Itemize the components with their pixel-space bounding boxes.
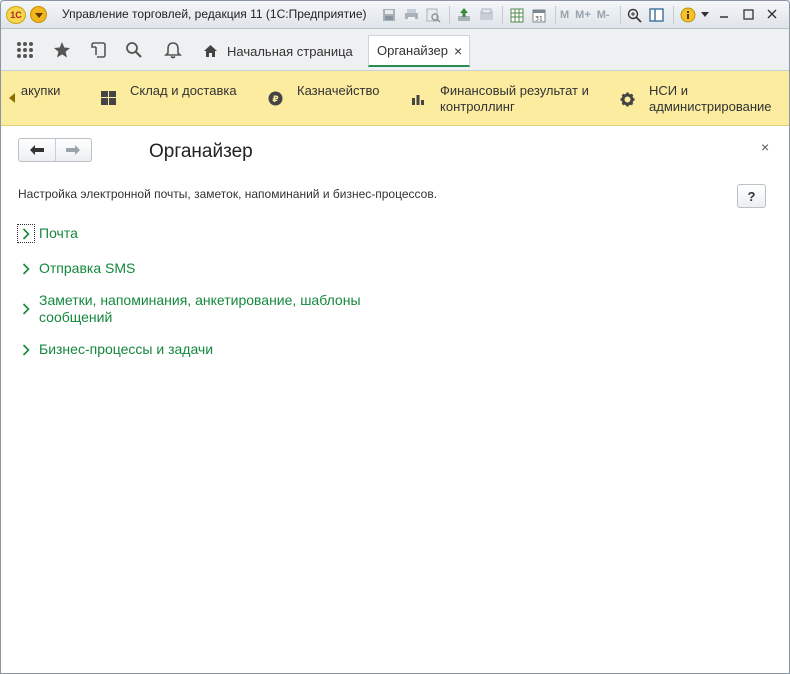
arrow-right-icon [65, 144, 81, 156]
panel-layout-icon[interactable] [647, 6, 667, 24]
window-title: Управление торговлей, редакция 11 (1С:Пр… [62, 7, 367, 21]
section-admin[interactable]: НСИ и администрирование [619, 83, 779, 115]
chevron-right-icon[interactable] [18, 260, 34, 277]
apps-grid-icon[interactable] [13, 38, 37, 62]
app-window: 1С Управление торговлей, редакция 11 (1С… [0, 0, 790, 674]
favorites-star-icon[interactable] [50, 38, 74, 62]
section-admin-label: НСИ и администрирование [649, 83, 772, 114]
help-button[interactable]: ? [737, 184, 766, 208]
maximize-button[interactable] [737, 5, 759, 23]
page-title: Органайзер [149, 141, 253, 162]
home-icon [203, 44, 218, 58]
info-dropdown-icon[interactable] [700, 6, 710, 24]
group-notes-label: Заметки, напоминания, анкетирование, шаб… [39, 292, 361, 325]
section-treasury-label: Казначейство [297, 83, 380, 98]
tab-home[interactable]: Начальная страница [195, 35, 361, 67]
title-toolbar: 31 M M+ M- [379, 5, 712, 25]
memory-add-button[interactable]: M+ [575, 9, 591, 21]
arrow-left-icon [29, 144, 45, 156]
toolbar-separator [449, 6, 450, 24]
sections-panel: Закупки Склад и доставка ₽ Казначейство … [1, 71, 789, 126]
gear-icon [619, 91, 635, 107]
section-financial-result[interactable]: Финансовый результат и контроллинг [410, 83, 600, 115]
toolbar-separator [555, 6, 556, 24]
history-nav [18, 138, 92, 162]
section-warehouse[interactable]: Склад и доставка [100, 83, 237, 106]
svg-text:₽: ₽ [272, 95, 278, 105]
toolbar-separator [502, 6, 503, 24]
zoom-icon[interactable] [625, 6, 645, 24]
tab-home-label: Начальная страница [227, 43, 353, 59]
minimize-button[interactable] [713, 5, 735, 23]
search-icon[interactable] [122, 38, 146, 62]
main-menu-button[interactable] [30, 6, 47, 23]
group-notes[interactable]: Заметки, напоминания, анкетирование, шаб… [18, 292, 384, 326]
close-window-button[interactable] [761, 5, 783, 23]
1c-logo-icon[interactable]: 1С [6, 6, 26, 24]
upload-icon[interactable] [454, 6, 474, 24]
tab-bar: Начальная страница Органайзер × [1, 29, 789, 71]
notifications-bell-icon[interactable] [161, 38, 185, 62]
history-icon[interactable] [87, 38, 111, 62]
spreadsheet-icon[interactable] [507, 6, 527, 24]
document-icon[interactable] [476, 6, 496, 24]
toolbar-separator [619, 6, 621, 24]
section-warehouse-label: Склад и доставка [130, 83, 237, 98]
group-sms[interactable]: Отправка SMS [18, 260, 135, 277]
group-mail[interactable]: Почта [17, 224, 78, 243]
main-content: Органайзер × Настройка электронной почты… [1, 126, 789, 673]
tab-organizer-label: Органайзер [377, 43, 448, 58]
page-description: Настройка электронной почты, заметок, на… [18, 187, 438, 201]
info-icon[interactable] [678, 6, 698, 24]
toolbar-separator [672, 6, 674, 24]
chevron-right-icon[interactable] [17, 224, 35, 243]
save-icon[interactable] [379, 6, 399, 24]
back-button[interactable] [19, 139, 55, 161]
memory-subtract-button[interactable]: M- [597, 9, 610, 21]
group-business-processes[interactable]: Бизнес-процессы и задачи [18, 341, 213, 358]
title-bar: 1С Управление торговлей, редакция 11 (1С… [1, 1, 789, 29]
grid-icon [100, 90, 116, 106]
section-treasury[interactable]: ₽ Казначейство [267, 83, 379, 106]
section-financial-result-label: Финансовый результат и контроллинг [440, 83, 589, 114]
print-icon[interactable] [401, 6, 421, 24]
section-purchases[interactable]: Закупки [20, 83, 80, 99]
chevron-right-icon[interactable] [18, 341, 34, 358]
section-purchases-label: Закупки [20, 83, 61, 98]
chevron-right-icon[interactable] [18, 300, 34, 317]
scroll-left-icon[interactable] [9, 93, 15, 103]
group-sms-label: Отправка SMS [39, 260, 136, 276]
bar-chart-icon [410, 91, 426, 107]
print-preview-icon[interactable] [423, 6, 443, 24]
memory-button[interactable]: M [560, 9, 569, 21]
tab-close-icon[interactable]: × [454, 43, 462, 59]
tab-organizer[interactable]: Органайзер × [368, 35, 470, 67]
group-mail-label: Почта [39, 225, 78, 241]
group-business-processes-label: Бизнес-процессы и задачи [39, 341, 214, 357]
forward-button[interactable] [54, 139, 91, 161]
close-form-icon[interactable]: × [761, 139, 769, 155]
ruble-icon: ₽ [267, 90, 283, 106]
calendar-icon[interactable]: 31 [529, 6, 549, 24]
svg-text:31: 31 [535, 15, 543, 22]
